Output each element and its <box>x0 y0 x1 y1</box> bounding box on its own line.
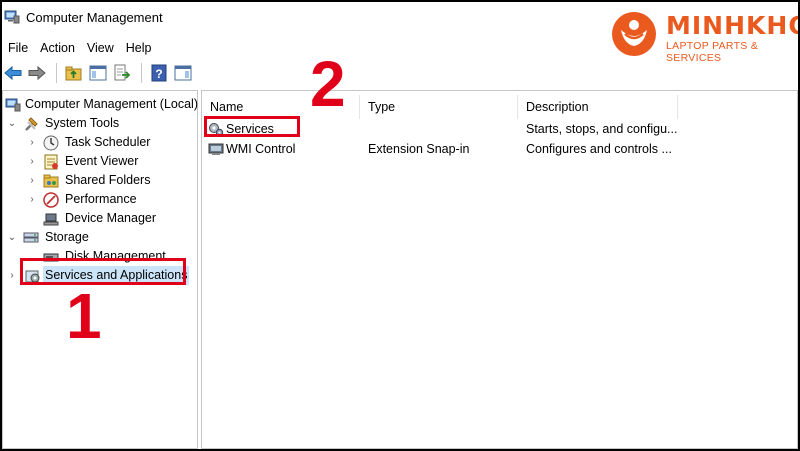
up-folder-icon <box>65 66 82 81</box>
forward-button[interactable] <box>26 62 48 84</box>
menu-action[interactable]: Action <box>34 38 81 58</box>
tools-icon <box>25 117 38 131</box>
window-title: Computer Management <box>26 10 163 25</box>
help-icon: ? <box>151 64 167 82</box>
tree-item-task-scheduler[interactable]: › Task Scheduler <box>3 133 197 152</box>
list-cell-description: Configures and controls ... <box>526 142 672 156</box>
show-hide-console-tree-icon <box>89 65 107 81</box>
tree-item-system-tools[interactable]: ⌄ System Tools <box>3 114 197 133</box>
back-button[interactable] <box>2 62 24 84</box>
console-tree: Computer Management (Local) ⌄ System Too… <box>3 95 198 285</box>
tree-item-label: Storage <box>45 230 89 244</box>
wmi-control-icon <box>208 143 224 155</box>
forward-arrow-icon <box>28 65 46 81</box>
device-manager-icon <box>43 213 59 226</box>
column-header-description[interactable]: Description <box>518 95 678 119</box>
export-list-button[interactable] <box>111 62 133 84</box>
tree-item-label: Computer Management (Local) <box>25 97 198 111</box>
tree-item-event-viewer[interactable]: › Event Viewer <box>3 152 197 171</box>
step-number-1: 1 <box>66 280 102 352</box>
tree-item-shared-folders[interactable]: › Shared Folders <box>3 171 197 190</box>
performance-icon <box>43 192 59 208</box>
menu-help[interactable]: Help <box>120 38 158 58</box>
tree-item-device-manager[interactable]: Device Manager <box>3 209 197 228</box>
menu-file[interactable]: File <box>2 38 34 58</box>
highlight-box-services <box>204 116 300 137</box>
list-item-wmi-control[interactable]: WMI Control Extension Snap-in Configures… <box>202 139 797 159</box>
step-number-2: 2 <box>310 48 346 120</box>
back-arrow-icon <box>4 65 22 81</box>
export-list-icon <box>114 64 131 81</box>
tree-item-label: Device Manager <box>65 211 157 225</box>
storage-icon <box>23 232 39 243</box>
brand-tagline: LAPTOP PARTS & SERVICES <box>666 40 759 64</box>
column-header-type[interactable]: Type <box>360 95 518 119</box>
brand-name: MINHKHOA <box>666 11 798 40</box>
menu-bar: File Action View Help <box>2 38 158 58</box>
results-pane: Name Type Description Services Starts, s… <box>201 90 798 449</box>
shared-folder-icon <box>43 174 59 188</box>
chevron-down-icon[interactable]: ⌄ <box>7 228 17 247</box>
list-cell-name: WMI Control <box>226 142 296 156</box>
toolbar: ? <box>2 60 196 86</box>
computer-management-window: Computer Management MINHKHOA LAPTOP PART… <box>2 2 798 449</box>
chevron-right-icon[interactable]: › <box>27 190 37 209</box>
brand-logo-icon <box>612 12 656 56</box>
chevron-right-icon[interactable]: › <box>27 133 37 152</box>
show-hide-action-pane-icon <box>174 65 192 81</box>
tree-item-label: Shared Folders <box>65 173 151 187</box>
computer-management-icon <box>5 98 21 112</box>
list-cell-description: Starts, stops, and configu... <box>526 122 678 136</box>
highlight-box-services-and-applications <box>20 258 186 285</box>
clock-icon <box>43 135 59 151</box>
chevron-right-icon[interactable]: › <box>27 152 37 171</box>
tree-item-computer-management[interactable]: Computer Management (Local) <box>3 95 198 114</box>
svg-text:?: ? <box>155 67 162 81</box>
toolbar-separator <box>56 63 57 83</box>
chevron-down-icon[interactable]: ⌄ <box>7 114 17 133</box>
toolbar-separator <box>141 63 142 83</box>
event-viewer-icon <box>44 154 58 170</box>
tree-item-label: Task Scheduler <box>65 135 151 149</box>
show-hide-console-tree-button[interactable] <box>87 62 109 84</box>
tree-item-performance[interactable]: › Performance <box>3 190 197 209</box>
chevron-right-icon[interactable]: › <box>7 266 17 285</box>
list-cell-type: Extension Snap-in <box>368 142 470 156</box>
tree-item-label: Performance <box>65 192 137 206</box>
up-one-level-button[interactable] <box>63 62 85 84</box>
computer-management-icon <box>4 10 20 24</box>
tree-item-storage[interactable]: ⌄ Storage <box>3 228 197 247</box>
show-hide-action-pane-button[interactable] <box>172 62 194 84</box>
chevron-right-icon[interactable]: › <box>27 171 37 190</box>
brand-logo: MINHKHOA LAPTOP PARTS & SERVICES <box>612 11 798 64</box>
menu-view[interactable]: View <box>81 38 120 58</box>
tree-item-label: System Tools <box>45 116 120 130</box>
help-button[interactable]: ? <box>148 62 170 84</box>
tree-item-label: Event Viewer <box>65 154 139 168</box>
